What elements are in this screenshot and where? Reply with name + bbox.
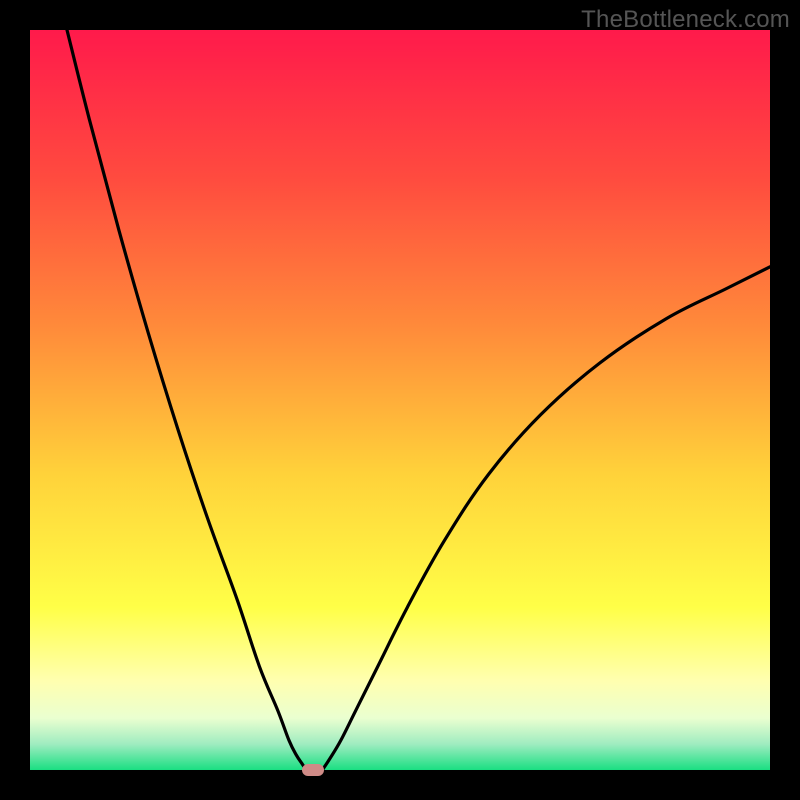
plot-background-gradient: [30, 30, 770, 770]
optimum-marker: [302, 764, 324, 776]
watermark-text: TheBottleneck.com: [581, 6, 790, 34]
plot-frame: [30, 30, 770, 770]
